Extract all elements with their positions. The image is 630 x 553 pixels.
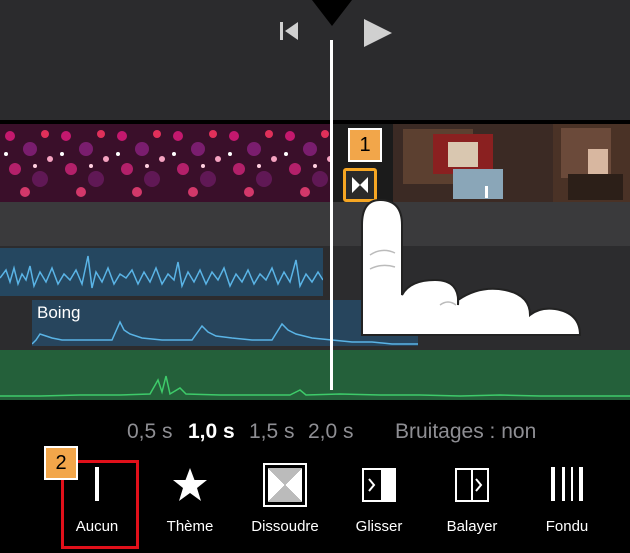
- transition-label-slide: Glisser: [355, 518, 403, 535]
- slide-icon: [362, 468, 396, 502]
- wipe-icon: [455, 468, 489, 502]
- video-clip-right[interactable]: [393, 124, 630, 202]
- dissolve-icon: [263, 463, 307, 507]
- audio-clip-label: Boing: [37, 303, 81, 322]
- duration-option-15[interactable]: 1,5 s: [249, 420, 295, 444]
- sound-effects-toggle[interactable]: Bruitages : non: [395, 420, 536, 444]
- transition-label-wipe: Balayer: [446, 518, 498, 535]
- step-badge-2: 2: [44, 446, 78, 480]
- duration-option-05[interactable]: 0,5 s: [127, 420, 173, 444]
- star-icon: [173, 468, 207, 501]
- video-clip-left[interactable]: [0, 124, 330, 202]
- tap-hand-illustration: [361, 198, 582, 336]
- step-badge-1: 1: [348, 128, 382, 162]
- transition-label-dissolve: Dissoudre: [251, 518, 319, 535]
- fade-icon: [551, 467, 583, 501]
- play-icon[interactable]: [362, 17, 394, 49]
- playhead-marker: [312, 0, 352, 26]
- music-track[interactable]: [0, 350, 630, 400]
- skip-to-start-icon[interactable]: [278, 20, 300, 42]
- audio-clip-waveform[interactable]: [0, 248, 323, 296]
- duration-option-20[interactable]: 2,0 s: [308, 420, 354, 444]
- transition-label-fade: Fondu: [545, 518, 589, 535]
- playhead-line: [330, 40, 333, 390]
- duration-option-10[interactable]: 1,0 s: [188, 420, 235, 444]
- transition-label-theme: Thème: [166, 518, 214, 535]
